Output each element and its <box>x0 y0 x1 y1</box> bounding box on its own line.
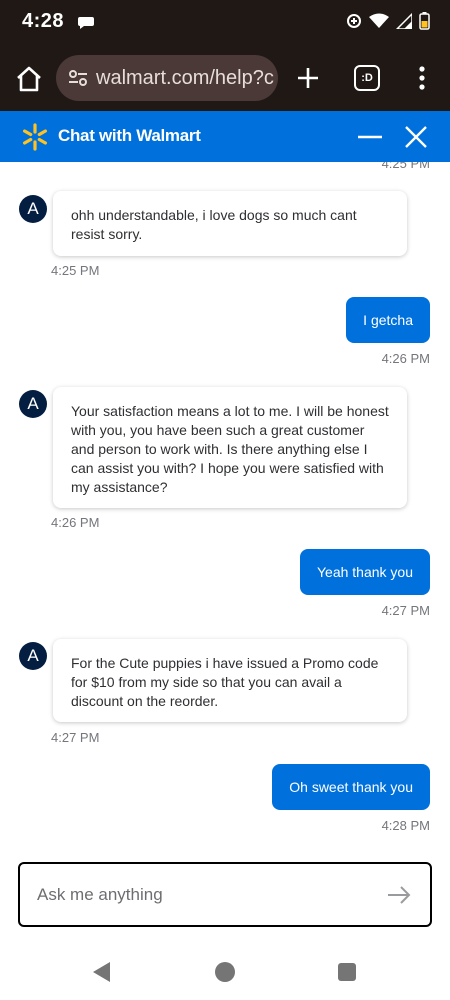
recents-square-icon[interactable] <box>338 963 356 981</box>
plus-icon[interactable] <box>294 64 322 92</box>
browser-toolbar: walmart.com/help?c :D <box>0 46 450 111</box>
status-icons <box>346 12 430 35</box>
message-timestamp: 4:26 PM <box>51 515 100 530</box>
chat-bubble-icon <box>78 14 94 35</box>
url-bar[interactable]: walmart.com/help?c <box>56 55 278 101</box>
url-text: walmart.com/help?c <box>96 66 274 89</box>
agent-avatar: A <box>19 195 47 223</box>
home-icon[interactable] <box>14 64 44 94</box>
walmart-spark-icon <box>20 122 50 152</box>
chat-header: Chat with Walmart <box>0 111 450 162</box>
agent-avatar: A <box>19 390 47 418</box>
tune-icon[interactable] <box>66 66 90 90</box>
message-timestamp: 4:28 PM <box>381 818 430 833</box>
wifi-icon <box>369 13 389 34</box>
back-triangle-icon[interactable] <box>92 961 112 988</box>
message-input-box <box>18 862 432 927</box>
message-timestamp: 4:27 PM <box>51 730 100 745</box>
minimize-icon[interactable] <box>356 123 384 151</box>
agent-avatar: A <box>19 642 47 670</box>
battery-icon <box>419 12 430 35</box>
user-message: I getcha <box>346 297 430 343</box>
status-time: 4:28 <box>22 10 65 32</box>
data-saver-icon <box>346 13 362 34</box>
agent-message: ohh understandable, i love dogs so much … <box>53 191 407 256</box>
message-input[interactable] <box>37 880 367 910</box>
system-nav-bar <box>0 940 450 1000</box>
more-vert-icon[interactable] <box>412 64 432 92</box>
message-timestamp: 4:25 PM <box>51 263 100 278</box>
chat-transcript[interactable]: 4:25 PM A ohh understandable, i love dog… <box>0 162 450 852</box>
tabs-icon[interactable]: :D <box>354 65 380 91</box>
message-timestamp: 4:27 PM <box>381 603 430 618</box>
user-message: Yeah thank you <box>299 549 430 595</box>
message-timestamp: 4:26 PM <box>381 351 430 366</box>
close-icon[interactable] <box>402 123 430 151</box>
agent-message: For the Cute puppies i have issued a Pro… <box>53 639 407 722</box>
message-timestamp: 4:25 PM <box>381 162 430 171</box>
status-bar: 4:28 <box>0 0 450 46</box>
agent-message: Your satisfaction means a lot to me. I w… <box>53 387 407 508</box>
user-message: Oh sweet thank you <box>272 764 430 810</box>
chat-title: Chat with Walmart <box>58 126 201 145</box>
arrow-right-icon[interactable] <box>386 883 412 907</box>
home-circle-icon[interactable] <box>215 962 235 982</box>
signal-icon <box>395 12 413 34</box>
